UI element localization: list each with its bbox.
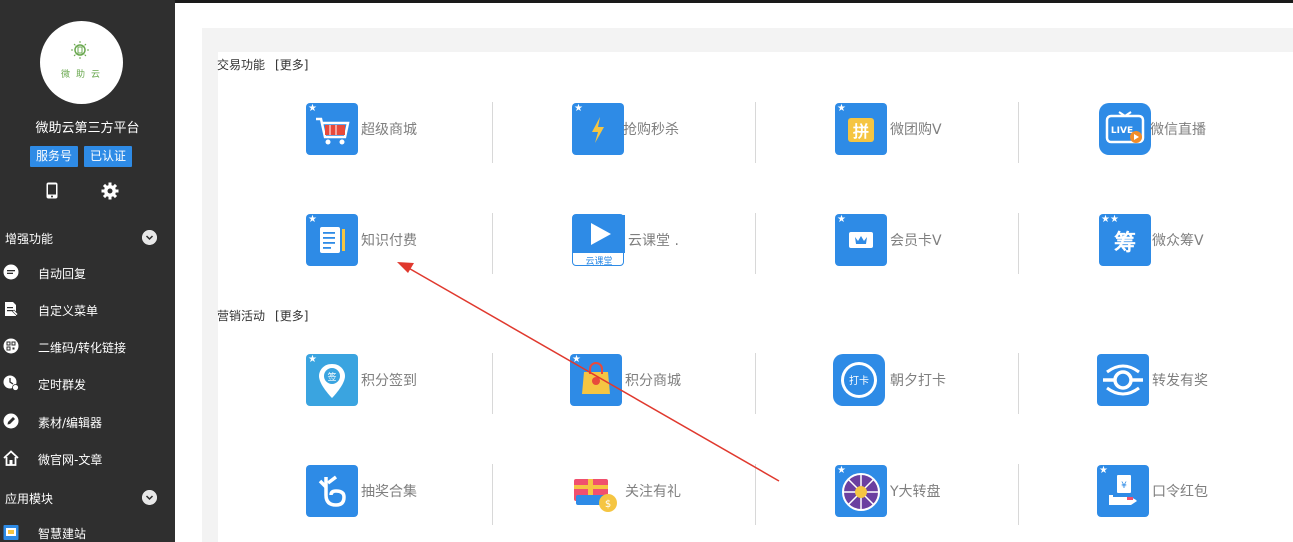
annotation-arrow [397, 262, 780, 482]
